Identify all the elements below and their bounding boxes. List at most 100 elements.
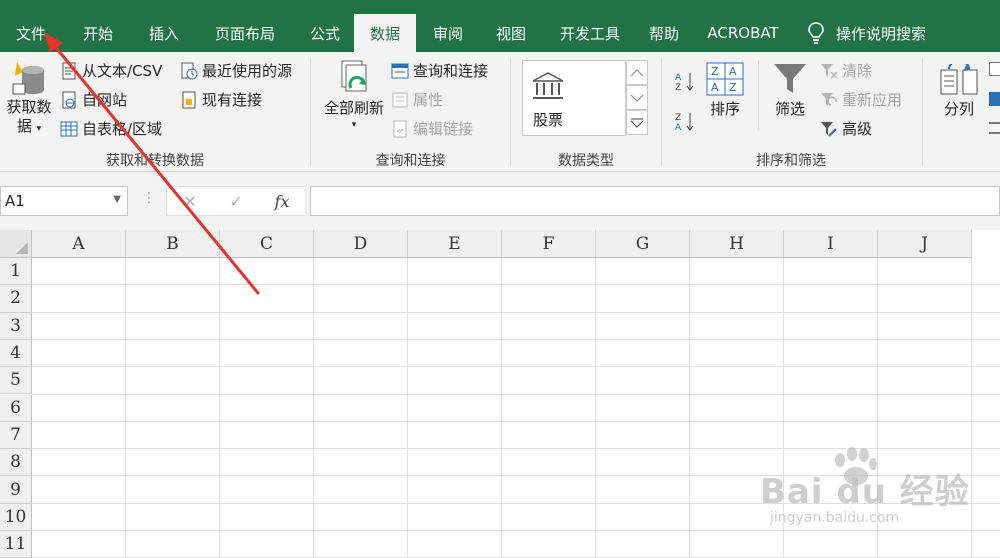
tab-page-layout[interactable]: 页面布局: [194, 14, 296, 52]
get-data-label-2: 据: [16, 117, 32, 135]
queries-connections-button[interactable]: 查询和连接: [391, 60, 488, 81]
column-header-a[interactable]: A: [32, 230, 126, 258]
get-data-button[interactable]: 获取数 据 ▾: [2, 58, 56, 138]
chevron-down-icon: [630, 94, 644, 102]
get-data-label-1: 获取数: [6, 98, 52, 116]
sort-a-to-z-icon: AZ: [675, 73, 694, 92]
recent-clock-icon: [181, 62, 198, 79]
gallery-down-button[interactable]: [626, 85, 648, 110]
refresh-icon: [341, 60, 367, 92]
sort-ascending-button[interactable]: AZ: [674, 70, 696, 92]
row-gridline: [32, 284, 1000, 286]
remove-duplicates-icon[interactable]: [989, 92, 1000, 106]
gallery-expand-icon: [630, 118, 644, 128]
group-get-transform: 获取数 据 ▾ 从文本/CSV 自网站 自表格/区域 最近使用的源 现有连接 获…: [0, 52, 310, 172]
row-header-8[interactable]: 8: [0, 449, 32, 477]
from-web-label: 自网站: [82, 91, 128, 109]
row-gridline: [32, 420, 1000, 422]
column-gridline: [407, 258, 408, 558]
row-header-4[interactable]: 4: [0, 339, 32, 368]
tab-review[interactable]: 审阅: [416, 14, 480, 52]
tab-data[interactable]: 数据: [354, 14, 416, 52]
link-icon: [393, 120, 407, 137]
enter-check-icon[interactable]: ✓: [213, 192, 259, 211]
row-header-1[interactable]: 1: [0, 258, 32, 286]
tell-me-search[interactable]: 操作说明搜索: [806, 14, 926, 52]
refresh-all-button[interactable]: 全部刷新 ▾: [321, 58, 387, 132]
refresh-all-label: 全部刷新: [323, 99, 384, 117]
insert-function-icon[interactable]: fx: [259, 192, 305, 211]
reapply-label: 重新应用: [842, 91, 903, 109]
clear-filter-button[interactable]: 清除: [820, 60, 872, 81]
chevron-down-icon[interactable]: ▼: [113, 194, 121, 205]
from-text-csv-button[interactable]: 从文本/CSV: [60, 60, 162, 81]
stocks-label: 股票: [533, 111, 564, 129]
formula-bar-grip[interactable]: ⋮: [142, 190, 156, 206]
lightbulb-icon: [808, 22, 824, 44]
stocks-data-type-button[interactable]: 股票: [522, 60, 626, 136]
tab-acrobat[interactable]: ACROBAT: [690, 14, 796, 52]
column-header-h[interactable]: H: [690, 230, 784, 258]
gallery-up-button[interactable]: [626, 60, 648, 85]
row-header-9[interactable]: 9: [0, 476, 32, 504]
column-header-c[interactable]: C: [220, 230, 314, 258]
clear-label: 清除: [842, 62, 873, 80]
column-header-i[interactable]: I: [784, 230, 878, 258]
column-gridline: [595, 258, 596, 558]
text-to-columns-label: 分列: [943, 100, 974, 118]
table-icon: [60, 121, 78, 136]
sort-descending-button[interactable]: ZA: [674, 110, 696, 132]
advanced-filter-button[interactable]: 高级: [820, 118, 872, 139]
column-header-j[interactable]: J: [878, 230, 972, 258]
column-header-e[interactable]: E: [408, 230, 502, 258]
from-web-button[interactable]: 自网站: [60, 89, 127, 110]
tab-insert[interactable]: 插入: [134, 14, 194, 52]
advanced-label: 高级: [842, 120, 873, 138]
row-header-7[interactable]: 7: [0, 421, 32, 450]
svg-text:Z: Z: [711, 65, 719, 78]
edit-links-button[interactable]: 编辑链接: [391, 118, 473, 139]
from-table-button[interactable]: 自表格/区域: [60, 118, 162, 139]
edit-links-label: 编辑链接: [413, 120, 474, 138]
column-gridline: [689, 258, 690, 558]
name-box[interactable]: A1 ▼: [0, 186, 128, 216]
database-icon: [12, 62, 44, 95]
row-gridline: [32, 393, 1000, 395]
reapply-button[interactable]: 重新应用: [820, 89, 902, 110]
existing-connections-button[interactable]: 现有连接: [180, 89, 262, 110]
cancel-icon[interactable]: ✕: [167, 192, 213, 211]
row-header-3[interactable]: 3: [0, 312, 32, 340]
tab-view[interactable]: 视图: [480, 14, 542, 52]
column-header-b[interactable]: B: [126, 230, 220, 258]
inner-divider: [758, 60, 759, 130]
tab-help[interactable]: 帮助: [638, 14, 690, 52]
formula-input[interactable]: [310, 186, 1000, 216]
data-validation-icon[interactable]: [989, 122, 1000, 134]
filter-button[interactable]: 筛选: [768, 62, 812, 122]
group-sort-filter-label: 排序和筛选: [756, 153, 826, 169]
column-gridline: [125, 258, 126, 558]
formula-bar: A1 ▼ ⋮ ✕ ✓ fx: [0, 172, 1000, 230]
select-all-triangle-icon: [16, 242, 28, 254]
row-header-6[interactable]: 6: [0, 394, 32, 422]
column-header-f[interactable]: F: [502, 230, 596, 258]
column-header-d[interactable]: D: [314, 230, 408, 258]
column-header-g[interactable]: G: [596, 230, 690, 258]
tab-file[interactable]: 文件: [0, 14, 62, 52]
text-to-columns-button[interactable]: 分列: [937, 64, 981, 122]
properties-button[interactable]: 属性: [391, 89, 443, 110]
tab-developer[interactable]: 开发工具: [542, 14, 638, 52]
web-globe-icon: [62, 91, 76, 108]
recent-sources-button[interactable]: 最近使用的源: [180, 60, 292, 81]
sort-button[interactable]: Z A A Z 排序: [704, 62, 746, 122]
row-header-2[interactable]: 2: [0, 285, 32, 313]
row-header-10[interactable]: 10: [0, 503, 32, 531]
baidu-jingyan-watermark: Bai du 经验 jingyan.baidu.com: [760, 446, 980, 546]
select-all-button[interactable]: [0, 230, 32, 258]
flash-fill-icon[interactable]: [989, 62, 1000, 76]
gallery-more-button[interactable]: [626, 110, 648, 135]
tab-home[interactable]: 开始: [62, 14, 134, 52]
row-header-11[interactable]: 11: [0, 531, 32, 558]
tab-formulas[interactable]: 公式: [296, 14, 354, 52]
row-header-5[interactable]: 5: [0, 367, 32, 395]
